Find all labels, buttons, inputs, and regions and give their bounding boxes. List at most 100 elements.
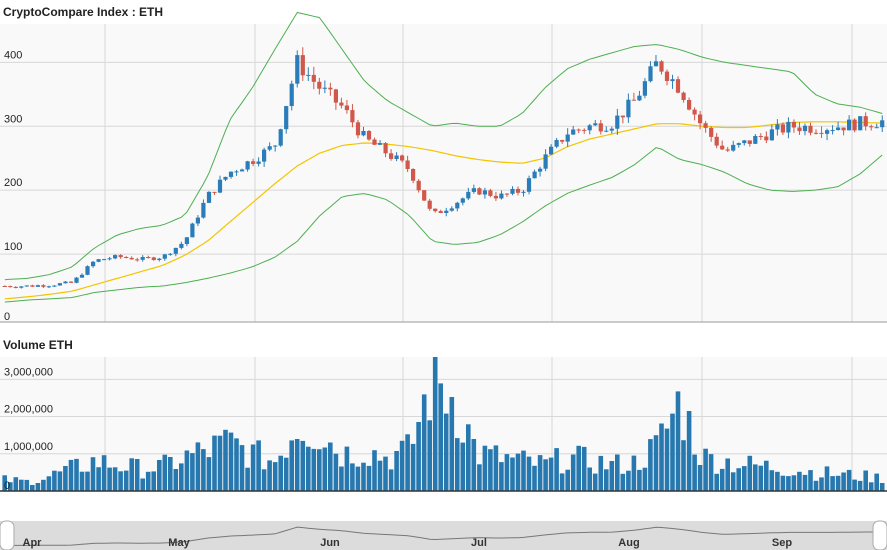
- candle-body-125: [692, 109, 697, 115]
- candle-body-51: [284, 106, 289, 130]
- candle-body-149: [825, 130, 830, 134]
- volume-bar-104: [576, 445, 581, 491]
- volume-bar-68: [377, 460, 383, 491]
- candle-body-13: [74, 277, 79, 283]
- candle-body-76: [422, 190, 427, 201]
- volume-bar-46: [256, 440, 261, 491]
- volume-bar-128: [708, 454, 714, 491]
- candle-body-147: [813, 132, 819, 134]
- volume-ytick-0: 0: [4, 480, 10, 492]
- volume-bar-12: [68, 459, 74, 491]
- volume-bar-15: [85, 471, 90, 491]
- volume-bar-13: [74, 458, 79, 491]
- candle-body-85: [471, 188, 476, 192]
- candle-body-123: [681, 92, 686, 100]
- candle-body-96: [532, 171, 537, 179]
- candle-body-107: [593, 123, 598, 126]
- volume-bar-112: [620, 473, 626, 491]
- volume-ytick-3: 3,000,000: [4, 366, 53, 378]
- price-ytick-1: 100: [4, 241, 22, 253]
- volume-bar-22: [123, 470, 129, 491]
- candle-body-129: [714, 136, 719, 146]
- volume-bar-77: [427, 420, 432, 491]
- candle-body-8: [46, 286, 51, 288]
- candle-body-102: [565, 134, 570, 142]
- volume-ytick-2: 2,000,000: [4, 404, 53, 416]
- volume-bar-58: [322, 447, 328, 491]
- candle-body-133: [736, 143, 741, 145]
- candle-body-127: [703, 123, 708, 128]
- volume-bar-30: [168, 457, 173, 491]
- volume-bar-8: [46, 476, 52, 491]
- candle-body-116: [642, 81, 647, 96]
- candle-body-113: [626, 99, 631, 118]
- candle-body-142: [786, 121, 791, 133]
- volume-bar-67: [372, 450, 377, 491]
- navigator-right-handle[interactable]: [872, 520, 887, 550]
- candle-body-145: [802, 125, 808, 132]
- candle-body-49: [273, 145, 278, 147]
- volume-bar-93: [515, 453, 521, 491]
- candle-body-157: [869, 126, 874, 128]
- volume-bar-53: [294, 439, 300, 491]
- candle-body-120: [664, 71, 670, 81]
- candle-body-60: [333, 89, 338, 103]
- candle-body-68: [377, 143, 383, 145]
- volume-bar-24: [134, 459, 140, 491]
- volume-bar-85: [471, 439, 477, 491]
- candle-body-100: [554, 140, 559, 147]
- candle-body-5: [30, 285, 35, 287]
- volume-bar-141: [780, 475, 786, 491]
- candle-body-3: [19, 286, 24, 288]
- volume-bar-83: [460, 442, 466, 491]
- candle-body-2: [13, 287, 18, 288]
- navigator[interactable]: [0, 521, 887, 550]
- volume-bar-86: [477, 464, 482, 491]
- candle-body-158: [874, 127, 879, 129]
- volume-bar-132: [730, 472, 736, 491]
- volume-bar-96: [532, 465, 537, 491]
- candle-body-103: [571, 129, 576, 135]
- candle-body-41: [228, 171, 234, 177]
- candle-body-141: [780, 124, 785, 133]
- volume-bar-110: [609, 461, 615, 491]
- volume-bar-117: [648, 439, 653, 491]
- volume-bar-76: [421, 394, 427, 491]
- volume-bar-151: [835, 475, 841, 491]
- price-plot-area: [0, 24, 887, 322]
- volume-bar-146: [808, 470, 813, 491]
- volume-bar-87: [482, 445, 488, 491]
- candle-body-114: [631, 99, 636, 101]
- volume-bar-153: [846, 469, 852, 491]
- candle-body-59: [328, 87, 333, 90]
- candle-body-97: [538, 168, 543, 172]
- candle-body-108: [598, 123, 603, 132]
- volume-bar-34: [190, 453, 195, 491]
- candle-body-47: [262, 149, 267, 162]
- volume-bar-92: [510, 457, 515, 491]
- volume-bar-126: [697, 465, 703, 491]
- volume-bar-137: [758, 465, 764, 491]
- volume-bar-59: [328, 442, 333, 491]
- volume-bar-27: [151, 471, 156, 491]
- volume-bar-71: [394, 451, 399, 491]
- volume-bar-145: [802, 474, 808, 491]
- volume-bar-28: [157, 460, 162, 491]
- candle-body-25: [140, 257, 145, 260]
- volume-bar-20: [112, 467, 118, 491]
- volume-bar-144: [797, 471, 802, 491]
- navigator-left-handle[interactable]: [0, 520, 15, 550]
- volume-bar-124: [686, 411, 692, 491]
- candle-body-53: [295, 55, 300, 84]
- candle-body-124: [687, 100, 692, 110]
- volume-bar-91: [504, 454, 510, 491]
- volume-bar-113: [626, 470, 631, 491]
- volume-bar-10: [57, 471, 63, 491]
- candle-body-152: [841, 127, 846, 131]
- volume-bar-74: [410, 443, 416, 491]
- candle-body-131: [725, 149, 730, 151]
- volume-bar-49: [272, 462, 278, 491]
- candle-body-1: [8, 286, 13, 288]
- candle-body-119: [659, 61, 664, 72]
- volume-bar-16: [90, 457, 96, 491]
